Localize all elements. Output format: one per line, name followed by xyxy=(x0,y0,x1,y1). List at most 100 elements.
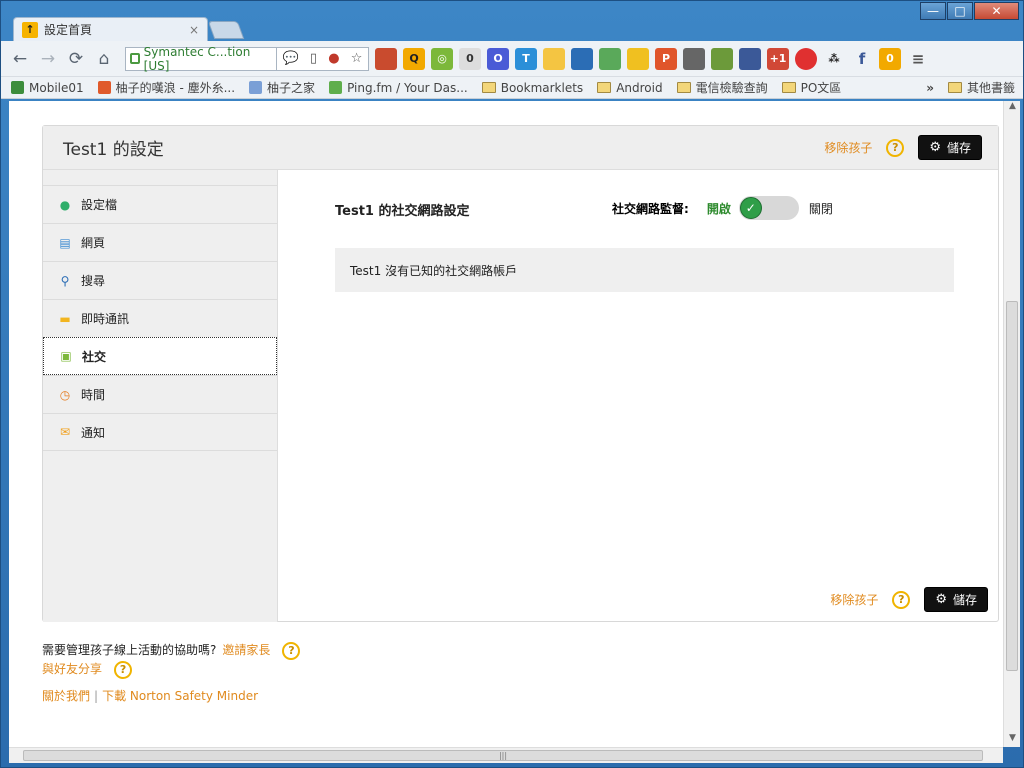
remove-child-link-bottom[interactable]: 移除孩子 xyxy=(830,591,878,608)
social-contact-icon: ▣ xyxy=(60,349,72,363)
extension-grid-icon[interactable] xyxy=(375,47,397,70)
off-label[interactable]: 關閉 xyxy=(809,200,833,217)
sidebar-item[interactable]: ⚲ 搜尋 xyxy=(43,261,277,299)
download-link[interactable]: 下載 Norton Safety Minder xyxy=(102,687,258,706)
stopwatch-icon: ◷ xyxy=(59,387,71,402)
extension-flag-icon[interactable] xyxy=(599,47,621,70)
sidebar-item[interactable]: ✉ 通知 xyxy=(43,413,277,451)
extension-calendar-icon[interactable] xyxy=(571,47,593,70)
help-icon-bottom[interactable]: ? xyxy=(892,590,911,609)
extension-facebook-icon[interactable]: f xyxy=(851,48,873,70)
invite-parent-link[interactable]: 邀請家長 xyxy=(222,641,270,660)
extension-opera-icon[interactable]: O xyxy=(487,47,509,70)
bookmark-item[interactable]: PO文區 xyxy=(781,79,841,96)
save-button[interactable]: ⚙ 儲存 xyxy=(918,135,982,160)
gear-icon: ⚙ xyxy=(929,140,941,155)
help-question: 需要管理孩子線上活動的協助嗎? xyxy=(42,643,217,657)
horizontal-scrollbar[interactable]: ||| xyxy=(9,747,1003,763)
phone-icon[interactable]: ▯ xyxy=(310,51,317,66)
forward-arrow-icon[interactable]: → xyxy=(37,48,59,70)
speech-bubble-icon[interactable]: 💬 xyxy=(283,51,299,66)
sidebar-item-label: 即時通訊 xyxy=(81,312,130,326)
tab-strip: ↑ 設定首頁 × — □ ✕ xyxy=(1,1,1024,41)
folder-icon xyxy=(676,82,691,93)
tab-close-icon[interactable]: × xyxy=(189,23,199,37)
checkmark-icon: ✓ xyxy=(739,197,762,219)
bottom-actions: 移除孩子 ? ⚙ 儲存 xyxy=(830,587,988,612)
bookmark-item[interactable]: 柚子之家 xyxy=(249,79,315,96)
bookmark-label: 柚子之家 xyxy=(267,81,316,95)
browser-window: ↑ 設定首頁 × — □ ✕ ← → ⟳ ⌂ Symantec C...tion… xyxy=(0,0,1024,768)
extension-dots-icon[interactable]: ⁂ xyxy=(823,48,845,70)
bookmark-item[interactable]: Ping.fm / Your Das... xyxy=(329,81,468,95)
bookmark-item[interactable]: Mobile01 xyxy=(11,81,84,95)
monitor-label: 社交網路監督: xyxy=(612,201,689,216)
folder-icon xyxy=(597,82,612,93)
close-window-button[interactable]: ✕ xyxy=(974,2,1019,20)
sidebar-item-label: 時間 xyxy=(81,388,106,402)
address-bar[interactable]: Symantec C...tion [US] xyxy=(125,45,277,73)
extension-smiley-icon[interactable] xyxy=(543,47,565,70)
sidebar-item[interactable]: ◷ 時間 xyxy=(43,375,277,413)
extension-dotted-icon[interactable] xyxy=(683,47,705,70)
sidebar-item[interactable]: ▬ 即時通訊 xyxy=(43,299,277,337)
extension-q-icon[interactable]: Q xyxy=(403,47,425,70)
sidebar-item-label: 社交 xyxy=(82,349,107,364)
bookmark-item[interactable]: Bookmarklets xyxy=(481,80,584,95)
block-icon[interactable]: ● xyxy=(328,51,339,66)
social-monitor-toggle[interactable]: ✓ xyxy=(738,196,799,220)
scroll-up-icon[interactable]: ▲ xyxy=(1004,101,1021,115)
norton-family-favicon-icon: ↑ xyxy=(22,21,38,38)
share-friends-link[interactable]: 與好友分享 xyxy=(42,660,102,679)
sidebar-item[interactable]: ▤ 網頁 xyxy=(43,223,277,261)
site-favicon-icon xyxy=(329,81,343,94)
on-label[interactable]: 開啟 xyxy=(707,200,731,217)
tab-title: 設定首頁 xyxy=(44,23,93,37)
help-icon[interactable]: ? xyxy=(886,138,905,157)
extension-image-icon[interactable] xyxy=(711,47,733,70)
help-icon-invite[interactable]: ? xyxy=(282,641,301,660)
reload-icon[interactable]: ⟳ xyxy=(65,48,87,70)
bookmark-other-folder[interactable]: 其他書籤 xyxy=(947,79,1015,96)
sidebar-item[interactable]: ● 設定檔 xyxy=(43,185,277,223)
minimize-button[interactable]: — xyxy=(920,2,946,20)
bookmark-star-icon[interactable]: ☆ xyxy=(351,51,363,66)
social-settings-content: Test1 的社交網路設定 社交網路監督: 開啟 ✓ 關閉 Test1 沒有已知… xyxy=(279,170,998,622)
no-accounts-notice: Test1 沒有已知的社交網路帳戶 xyxy=(335,248,954,292)
extension-zero-badge-icon[interactable]: 0 xyxy=(879,47,901,70)
lock-icon xyxy=(130,53,140,64)
menu-icon[interactable]: ≡ xyxy=(907,48,929,70)
help-icon-share[interactable]: ? xyxy=(114,660,133,679)
new-tab-button[interactable] xyxy=(207,21,245,39)
vertical-scroll-thumb[interactable] xyxy=(1006,301,1018,671)
maximize-button[interactable]: □ xyxy=(947,2,973,20)
bookmark-item[interactable]: Android xyxy=(597,81,663,95)
scroll-down-icon[interactable]: ▼ xyxy=(1004,733,1021,747)
bookmarks-overflow-icon[interactable]: » xyxy=(926,81,934,95)
vertical-scrollbar[interactable]: ▲ ▼ xyxy=(1003,101,1020,747)
extension-search-icon[interactable]: ◎ xyxy=(431,47,453,70)
extension-translate-icon[interactable]: T xyxy=(515,47,537,70)
sidebar-item[interactable]: ▣ 社交 xyxy=(43,337,277,375)
back-arrow-icon[interactable]: ← xyxy=(9,48,31,70)
tab-settings-home[interactable]: ↑ 設定首頁 × xyxy=(13,17,208,41)
extension-gplus-icon[interactable]: +1 xyxy=(767,47,789,70)
bookmark-label: Bookmarklets xyxy=(500,80,584,95)
home-icon[interactable]: ⌂ xyxy=(93,48,115,70)
remove-child-link[interactable]: 移除孩子 xyxy=(824,139,872,156)
person-icon: ● xyxy=(59,197,71,212)
extension-p-icon[interactable]: P xyxy=(655,47,677,70)
save-button-bottom[interactable]: ⚙ 儲存 xyxy=(924,587,988,612)
extension-usb-icon[interactable] xyxy=(627,47,649,70)
bookmark-label: 柚子的嘆浪 - 塵外糸... xyxy=(115,81,236,95)
folder-icon xyxy=(947,82,962,93)
bookmark-item[interactable]: 電信檢驗查詢 xyxy=(676,79,768,96)
bookmark-item[interactable]: 柚子的嘆浪 - 塵外糸... xyxy=(97,79,236,96)
about-us-link[interactable]: 關於我們 xyxy=(42,687,90,706)
extension-like-icon[interactable] xyxy=(739,47,761,70)
extension-counter-icon[interactable]: 0 xyxy=(459,47,481,70)
settings-panel: Test1 的設定 移除孩子 ? ⚙ 儲存 ● 設定檔 ▤ 網頁 ⚲ 搜尋 ▬ 即時通訊 ▣ 社交… xyxy=(42,125,999,622)
sidebar-item-label: 設定檔 xyxy=(81,198,118,212)
horizontal-scroll-thumb[interactable]: ||| xyxy=(23,750,983,761)
extension-red-circle-icon[interactable] xyxy=(795,47,817,70)
